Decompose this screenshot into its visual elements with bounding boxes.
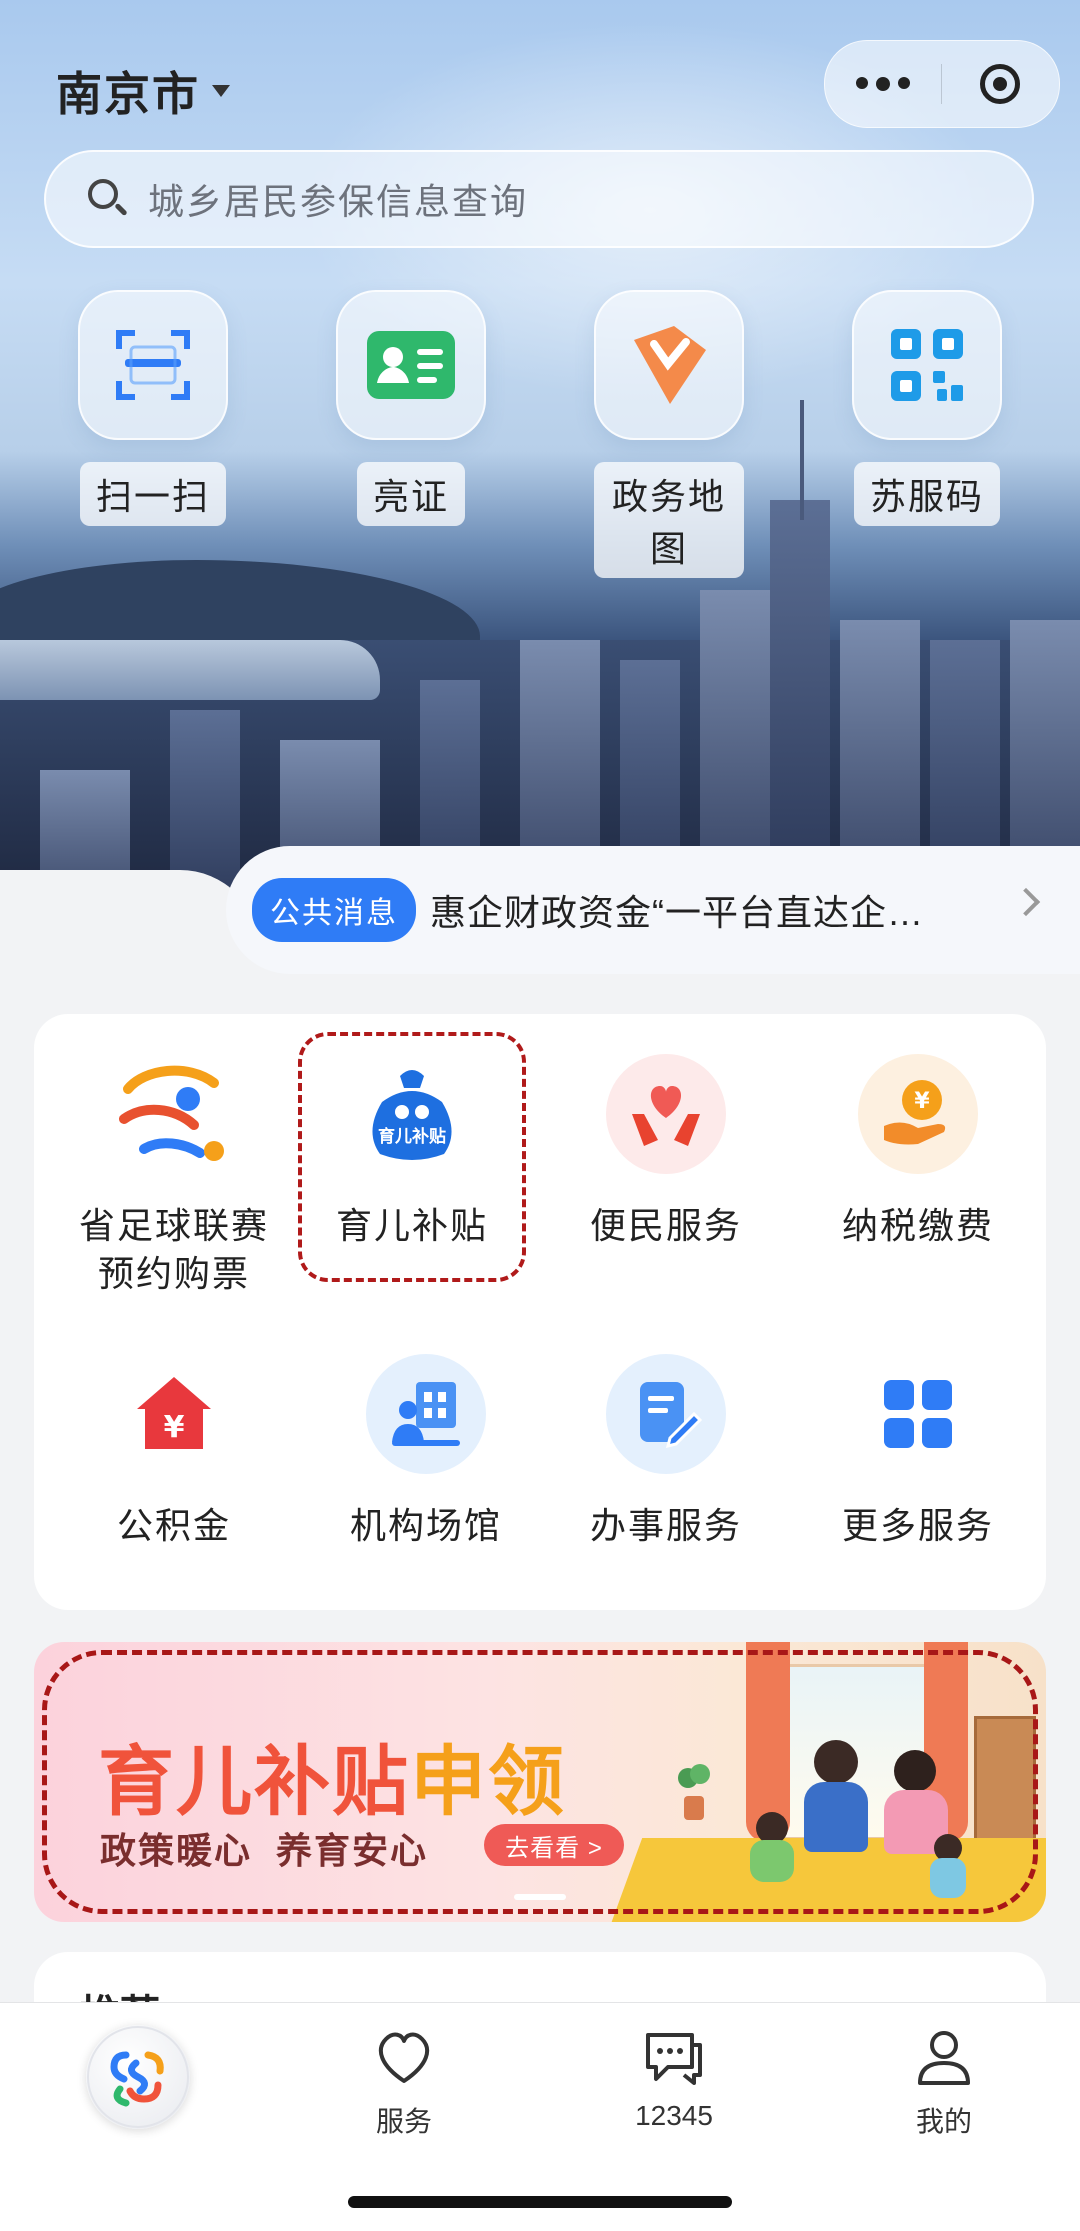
quick-action-label: 苏服码 bbox=[853, 462, 1000, 526]
quick-action-label: 亮证 bbox=[356, 462, 465, 526]
notice-text: 惠企财政资金“一平台直达企… bbox=[430, 892, 924, 933]
bag-icon-text: 育儿补贴 bbox=[378, 1126, 446, 1147]
service-childcare-subsidy[interactable]: 育儿补贴 育儿补贴 bbox=[292, 1054, 532, 1250]
highlight-dashed-outline bbox=[42, 1650, 1038, 1914]
heart-icon bbox=[378, 2032, 430, 2083]
city-name: 南京市 bbox=[56, 68, 200, 120]
quick-action-scan[interactable]: 扫一扫 bbox=[78, 290, 228, 526]
hero-bottom-curve bbox=[0, 870, 260, 950]
more-dots-icon bbox=[898, 77, 910, 89]
service-affairs[interactable]: 办事服务 bbox=[546, 1354, 786, 1550]
childcare-subsidy-bag-icon: 育儿补贴 bbox=[352, 1054, 472, 1174]
tab-home[interactable] bbox=[86, 2025, 190, 2129]
quick-action-id-card[interactable]: 亮证 bbox=[336, 290, 486, 526]
service-more[interactable]: 更多服务 bbox=[798, 1354, 1038, 1550]
svg-text:¥: ¥ bbox=[914, 1089, 930, 1114]
chat-icon bbox=[646, 2033, 702, 2085]
service-football-league[interactable]: 省足球联赛 预约购票 bbox=[54, 1054, 294, 1298]
tab-services[interactable]: 服务 bbox=[334, 2027, 474, 2140]
childcare-subsidy-banner[interactable]: 育儿补贴申领 政策暖心 养育安心 去看看 > bbox=[34, 1642, 1046, 1922]
chevron-right-icon bbox=[1011, 887, 1041, 917]
quick-action-label: 政务地图 bbox=[594, 462, 744, 578]
service-housing-fund[interactable]: ¥ 公积金 bbox=[54, 1354, 294, 1550]
search-placeholder: 城乡居民参保信息查询 bbox=[148, 181, 529, 222]
service-label: 育儿补贴 bbox=[335, 1205, 488, 1246]
services-grid: 省足球联赛 预约购票 育儿补贴 育儿补贴 便民服务 ¥ 纳税缴费 ¥ 公积金 机… bbox=[34, 1014, 1046, 1610]
tab-mine[interactable]: 我的 bbox=[874, 2027, 1014, 2140]
id-card-icon bbox=[336, 290, 486, 440]
service-label: 便民服务 bbox=[589, 1205, 742, 1246]
service-venues[interactable]: 机构场馆 bbox=[306, 1354, 546, 1550]
service-tax-payment[interactable]: ¥ 纳税缴费 bbox=[798, 1054, 1038, 1250]
caret-down-icon bbox=[212, 85, 230, 97]
target-icon bbox=[980, 64, 1020, 104]
more-button[interactable] bbox=[825, 77, 941, 91]
more-dots-icon bbox=[856, 77, 868, 89]
house-yuan-icon: ¥ bbox=[114, 1354, 234, 1474]
service-label: 省足球联赛 预约购票 bbox=[54, 1202, 294, 1298]
service-label: 办事服务 bbox=[589, 1505, 742, 1546]
lake bbox=[0, 640, 380, 700]
football-league-icon bbox=[114, 1054, 234, 1174]
quick-action-sufumaa[interactable]: 苏服码 bbox=[852, 290, 1002, 526]
miniprogram-capsule bbox=[824, 40, 1060, 128]
service-label-line: 预约购票 bbox=[97, 1253, 250, 1294]
building-icon bbox=[366, 1354, 486, 1474]
tower-spire bbox=[800, 400, 804, 520]
notice-badge: 公共消息 bbox=[252, 878, 416, 942]
tab-label: 我的 bbox=[915, 2106, 972, 2137]
more-dots-icon bbox=[876, 77, 890, 91]
tab-label: 服务 bbox=[375, 2106, 432, 2137]
service-label-line: 省足球联赛 bbox=[78, 1205, 269, 1246]
public-notice-bar[interactable]: 公共消息 惠企财政资金“一平台直达企… bbox=[226, 846, 1080, 974]
scan-icon bbox=[78, 290, 228, 440]
tab-label: 12345 bbox=[635, 2100, 713, 2131]
coin-hand-icon: ¥ bbox=[858, 1054, 978, 1174]
qr-code-icon bbox=[852, 290, 1002, 440]
close-miniprogram-button[interactable] bbox=[942, 64, 1058, 104]
map-pin-icon bbox=[594, 290, 744, 440]
grid-icon bbox=[858, 1354, 978, 1474]
search-icon bbox=[86, 177, 130, 221]
service-label: 公积金 bbox=[116, 1505, 231, 1546]
home-indicator bbox=[348, 2196, 732, 2208]
heart-hands-icon bbox=[606, 1054, 726, 1174]
service-label: 更多服务 bbox=[841, 1505, 994, 1546]
svg-text:¥: ¥ bbox=[164, 1410, 185, 1445]
document-edit-icon bbox=[606, 1354, 726, 1474]
user-icon bbox=[918, 2031, 970, 2085]
quick-action-map[interactable]: 政务地图 bbox=[594, 290, 744, 578]
app-logo-icon bbox=[87, 2026, 189, 2128]
target-dot bbox=[993, 77, 1007, 91]
city-selector[interactable]: 南京市 bbox=[56, 58, 230, 124]
tab-12345[interactable]: 12345 bbox=[604, 2027, 744, 2132]
service-label: 纳税缴费 bbox=[841, 1205, 994, 1246]
quick-action-label: 扫一扫 bbox=[79, 462, 226, 526]
search-bar[interactable]: 城乡居民参保信息查询 bbox=[44, 150, 1034, 248]
service-convenience[interactable]: 便民服务 bbox=[546, 1054, 786, 1250]
service-label: 机构场馆 bbox=[349, 1505, 502, 1546]
